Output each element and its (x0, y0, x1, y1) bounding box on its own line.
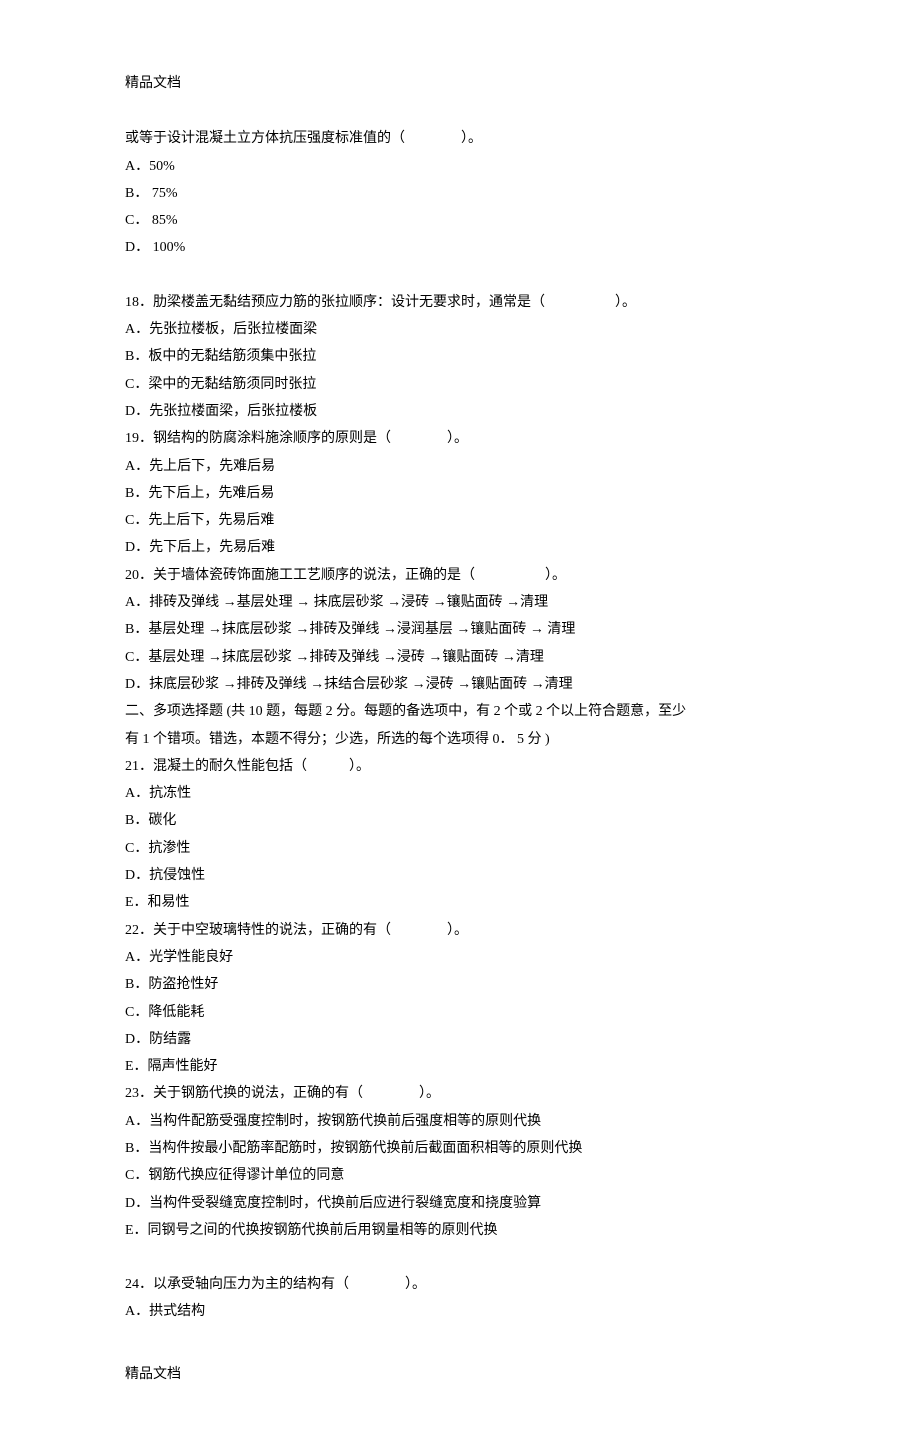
q21-option-c: C．抗渗性 (125, 835, 800, 862)
q17-option-c: C． 85% (125, 207, 800, 234)
q23-option-e: E．同钢号之间的代换按钢筋代换前后用钢量相等的原则代换 (125, 1217, 800, 1244)
section2-title-line1: 二、多项选择题 (共 10 题，每题 2 分。每题的备选项中，有 2 个或 2 … (125, 698, 800, 725)
q22-option-e: E．隔声性能好 (125, 1053, 800, 1080)
q17-stem: 或等于设计混凝土立方体抗压强度标准值的（ ）。 (125, 125, 800, 152)
q22-stem: 22．关于中空玻璃特性的说法，正确的有（ ）。 (125, 917, 800, 944)
q19-stem: 19．钢结构的防腐涂料施涂顺序的原则是（ ）。 (125, 425, 800, 452)
q17-option-d: D． 100% (125, 234, 800, 261)
q23-option-d: D．当构件受裂缝宽度控制时，代换前后应进行裂缝宽度和挠度验算 (125, 1190, 800, 1217)
q22-option-d: D．防结露 (125, 1026, 800, 1053)
q21-option-e: E．和易性 (125, 889, 800, 916)
q22-option-c: C．降低能耗 (125, 999, 800, 1026)
q20-stem: 20．关于墙体瓷砖饰面施工工艺顺序的说法，正确的是（ ）。 (125, 562, 800, 589)
q18-option-d: D．先张拉楼面梁，后张拉楼板 (125, 398, 800, 425)
q21-option-d: D．抗侵蚀性 (125, 862, 800, 889)
q18-stem: 18．肋梁楼盖无黏结预应力筋的张拉顺序：设计无要求时，通常是（ ）。 (125, 289, 800, 316)
page-footer: 精品文档 (125, 1361, 800, 1388)
q22-option-b: B．防盗抢性好 (125, 971, 800, 998)
q21-stem: 21．混凝土的耐久性能包括（ ）。 (125, 753, 800, 780)
q23-stem: 23．关于钢筋代换的说法，正确的有（ ）。 (125, 1080, 800, 1107)
q22-option-a: A．光学性能良好 (125, 944, 800, 971)
q23-option-b: B．当构件按最小配筋率配筋时，按钢筋代换前后截面面积相等的原则代换 (125, 1135, 800, 1162)
q18-option-c: C．梁中的无黏结筋须同时张拉 (125, 371, 800, 398)
blank-line (125, 1244, 800, 1271)
q24-stem: 24．以承受轴向压力为主的结构有（ ）。 (125, 1271, 800, 1298)
q20-option-c: C．基层处理 →抹底层砂浆 →排砖及弹线 →浸砖 →镶贴面砖 →清理 (125, 644, 800, 671)
q20-option-b: B．基层处理 →抹底层砂浆 →排砖及弹线 →浸润基层 →镶贴面砖 → 清理 (125, 616, 800, 643)
q23-option-a: A．当构件配筋受强度控制时，按钢筋代换前后强度相等的原则代换 (125, 1108, 800, 1135)
q23-option-c: C．钢筋代换应征得谬计单位的同意 (125, 1162, 800, 1189)
blank-line (125, 262, 800, 289)
q19-option-c: C．先上后下，先易后难 (125, 507, 800, 534)
page-header: 精品文档 (125, 70, 800, 97)
q18-option-a: A．先张拉楼板，后张拉楼面梁 (125, 316, 800, 343)
section2-title-line2: 有 1 个错项。错选，本题不得分；少选，所选的每个选项得 0． 5 分 ) (125, 726, 800, 753)
q19-option-a: A．先上后下，先难后易 (125, 453, 800, 480)
q17-option-b: B． 75% (125, 180, 800, 207)
q17-option-a: A．50% (125, 153, 800, 180)
q21-option-b: B．碳化 (125, 807, 800, 834)
q19-option-b: B．先下后上，先难后易 (125, 480, 800, 507)
q21-option-a: A．抗冻性 (125, 780, 800, 807)
q20-option-a: A．排砖及弹线 →基层处理 → 抹底层砂浆 →浸砖 →镶贴面砖 →清理 (125, 589, 800, 616)
q18-option-b: B．板中的无黏结筋须集中张拉 (125, 343, 800, 370)
q19-option-d: D．先下后上，先易后难 (125, 534, 800, 561)
q20-option-d: D．抹底层砂浆 →排砖及弹线 →抹结合层砂浆 →浸砖 →镶贴面砖 →清理 (125, 671, 800, 698)
